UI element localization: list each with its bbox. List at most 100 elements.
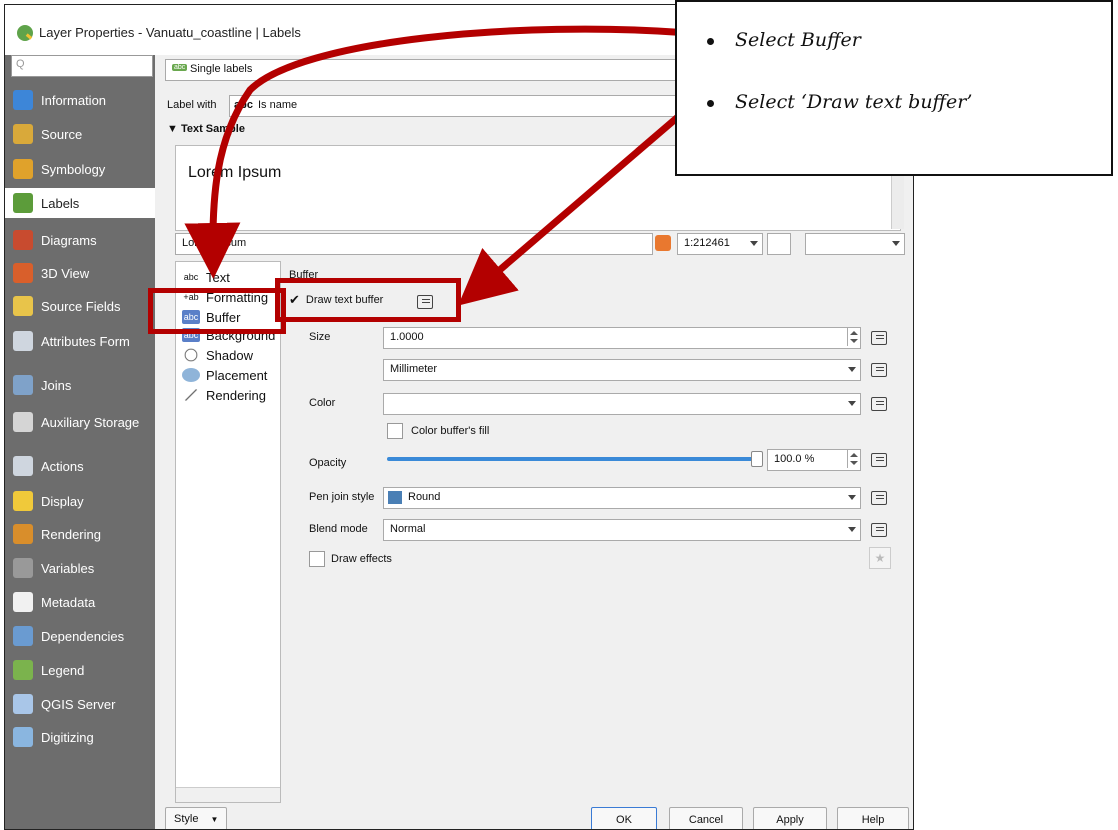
sidebar-item-symbology[interactable]: Symbology bbox=[5, 154, 155, 184]
opacity-spinbox[interactable]: 100.0 % bbox=[767, 449, 861, 471]
metadata-icon bbox=[13, 592, 33, 612]
qgis-logo-icon bbox=[17, 25, 33, 41]
dependencies-icon bbox=[13, 626, 33, 646]
sidebar: Q Information Source Symbology Labels Diagra… bbox=[5, 55, 155, 829]
text-sample-header[interactable]: ▼ Text Sample bbox=[167, 123, 245, 135]
diagrams-icon bbox=[13, 230, 33, 250]
buffer-unit-value: Millimeter bbox=[390, 363, 438, 375]
actions-icon bbox=[13, 456, 33, 476]
auxiliary-storage-icon bbox=[13, 412, 33, 432]
sidebar-item-label: Metadata bbox=[41, 594, 96, 610]
background-color-select[interactable] bbox=[805, 233, 905, 255]
data-defined-override-icon[interactable] bbox=[871, 491, 887, 505]
data-defined-override-icon[interactable] bbox=[871, 331, 887, 345]
sidebar-item-labels[interactable]: Labels bbox=[5, 188, 155, 218]
text-tab-icon: abc bbox=[183, 272, 199, 282]
style-menu-button[interactable]: Style ▼ bbox=[165, 807, 227, 829]
opacity-slider-handle[interactable] bbox=[751, 451, 763, 467]
sidebar-item-rendering[interactable]: Rendering bbox=[5, 519, 155, 549]
sidebar-item-metadata[interactable]: Metadata bbox=[5, 587, 155, 617]
cancel-button[interactable]: Cancel bbox=[669, 807, 743, 829]
qgis-server-icon bbox=[13, 694, 33, 714]
sidebar-search-input[interactable]: Q bbox=[11, 55, 153, 77]
bullet-icon bbox=[707, 38, 714, 45]
apply-button[interactable]: Apply bbox=[753, 807, 827, 829]
sidebar-item-auxiliary-storage[interactable]: Auxiliary Storage bbox=[5, 407, 155, 437]
shadow-icon bbox=[182, 348, 200, 362]
bullet-icon bbox=[707, 100, 714, 107]
sidebar-item-source[interactable]: Source bbox=[5, 119, 155, 149]
chevron-down-icon bbox=[750, 241, 758, 246]
sidebar-item-source-fields[interactable]: Source Fields bbox=[5, 291, 155, 321]
reset-sample-icon[interactable] bbox=[655, 235, 671, 251]
sample-text-value: Lorem Ipsum bbox=[182, 237, 247, 249]
customize-effects-icon[interactable]: ★ bbox=[869, 547, 891, 569]
data-defined-override-icon[interactable] bbox=[871, 453, 887, 467]
chevron-down-icon: ▼ bbox=[210, 814, 219, 824]
sidebar-item-label: Source Fields bbox=[41, 298, 121, 314]
buffer-unit-select[interactable]: Millimeter bbox=[383, 359, 861, 381]
color-buffer-fill-checkbox[interactable] bbox=[387, 423, 403, 439]
chevron-down-icon bbox=[848, 495, 856, 500]
draw-text-buffer-highlight bbox=[275, 278, 461, 322]
ok-button[interactable]: OK bbox=[591, 807, 657, 829]
symbology-icon bbox=[13, 159, 33, 179]
tab-shadow[interactable]: Shadow bbox=[182, 346, 253, 364]
tab-text[interactable]: abc Text bbox=[182, 268, 230, 286]
rendering-brush-icon bbox=[182, 388, 200, 402]
spin-arrows-icon[interactable] bbox=[847, 450, 860, 468]
buffer-size-input[interactable]: 1.0000 bbox=[383, 327, 861, 349]
sidebar-item-actions[interactable]: Actions bbox=[5, 451, 155, 481]
buffer-color-button[interactable] bbox=[383, 393, 861, 415]
tab-list-scrollbar[interactable] bbox=[176, 787, 280, 802]
sidebar-item-label: Actions bbox=[41, 458, 84, 474]
tab-label: Rendering bbox=[206, 387, 266, 403]
sidebar-item-variables[interactable]: Variables bbox=[5, 553, 155, 583]
sidebar-item-digitizing[interactable]: Digitizing bbox=[5, 722, 155, 752]
source-fields-icon bbox=[13, 296, 33, 316]
scale-value: 1:212461 bbox=[684, 237, 730, 249]
round-join-icon bbox=[388, 491, 402, 504]
help-button[interactable]: Help bbox=[837, 807, 909, 829]
sidebar-item-display[interactable]: Display bbox=[5, 486, 155, 516]
chevron-down-icon bbox=[848, 527, 856, 532]
sidebar-item-attributes-form[interactable]: Attributes Form bbox=[5, 326, 155, 356]
sample-text-input[interactable]: Lorem Ipsum bbox=[175, 233, 653, 255]
pen-join-style-label: Pen join style bbox=[309, 491, 375, 503]
color-label: Color bbox=[309, 397, 336, 409]
sidebar-item-3d-view[interactable]: 3D View bbox=[5, 258, 155, 288]
data-defined-override-icon[interactable] bbox=[871, 397, 887, 411]
tab-rendering[interactable]: Rendering bbox=[182, 386, 266, 404]
3d-view-icon bbox=[13, 263, 33, 283]
sidebar-item-joins[interactable]: Joins bbox=[5, 370, 155, 400]
sidebar-item-info[interactable]: Information bbox=[5, 85, 155, 115]
data-defined-override-icon[interactable] bbox=[871, 363, 887, 377]
scale-select[interactable]: 1:212461 bbox=[677, 233, 763, 255]
sidebar-item-label: Symbology bbox=[41, 161, 106, 177]
label-with-value: Is name bbox=[258, 99, 298, 111]
labels-mode-value: Single labels bbox=[190, 63, 253, 75]
opacity-slider[interactable] bbox=[387, 457, 761, 461]
set-scale-from-canvas-icon[interactable] bbox=[767, 233, 791, 255]
sidebar-item-diagrams[interactable]: Diagrams bbox=[5, 225, 155, 255]
digitizing-icon bbox=[13, 727, 33, 747]
spin-arrows-icon[interactable] bbox=[847, 328, 860, 346]
sidebar-item-legend[interactable]: Legend bbox=[5, 655, 155, 685]
sidebar-item-label: Diagrams bbox=[41, 232, 97, 248]
sidebar-item-label: Joins bbox=[41, 377, 72, 393]
sidebar-item-qgis-server[interactable]: QGIS Server bbox=[5, 689, 155, 719]
draw-effects-label: Draw effects bbox=[331, 553, 392, 565]
joins-icon bbox=[13, 375, 33, 395]
buffer-size-value: 1.0000 bbox=[390, 331, 424, 343]
blend-mode-select[interactable]: Normal bbox=[383, 519, 861, 541]
variables-icon bbox=[13, 558, 33, 578]
sidebar-item-label: QGIS Server bbox=[41, 696, 116, 712]
sidebar-item-dependencies[interactable]: Dependencies bbox=[5, 621, 155, 651]
draw-effects-checkbox[interactable] bbox=[309, 551, 325, 567]
sidebar-item-label: Information bbox=[41, 92, 107, 108]
sidebar-item-label: Digitizing bbox=[41, 729, 94, 745]
pen-join-style-select[interactable]: Round bbox=[383, 487, 861, 509]
tab-label: Placement bbox=[206, 367, 268, 383]
tab-placement[interactable]: Placement bbox=[182, 366, 267, 384]
data-defined-override-icon[interactable] bbox=[871, 523, 887, 537]
